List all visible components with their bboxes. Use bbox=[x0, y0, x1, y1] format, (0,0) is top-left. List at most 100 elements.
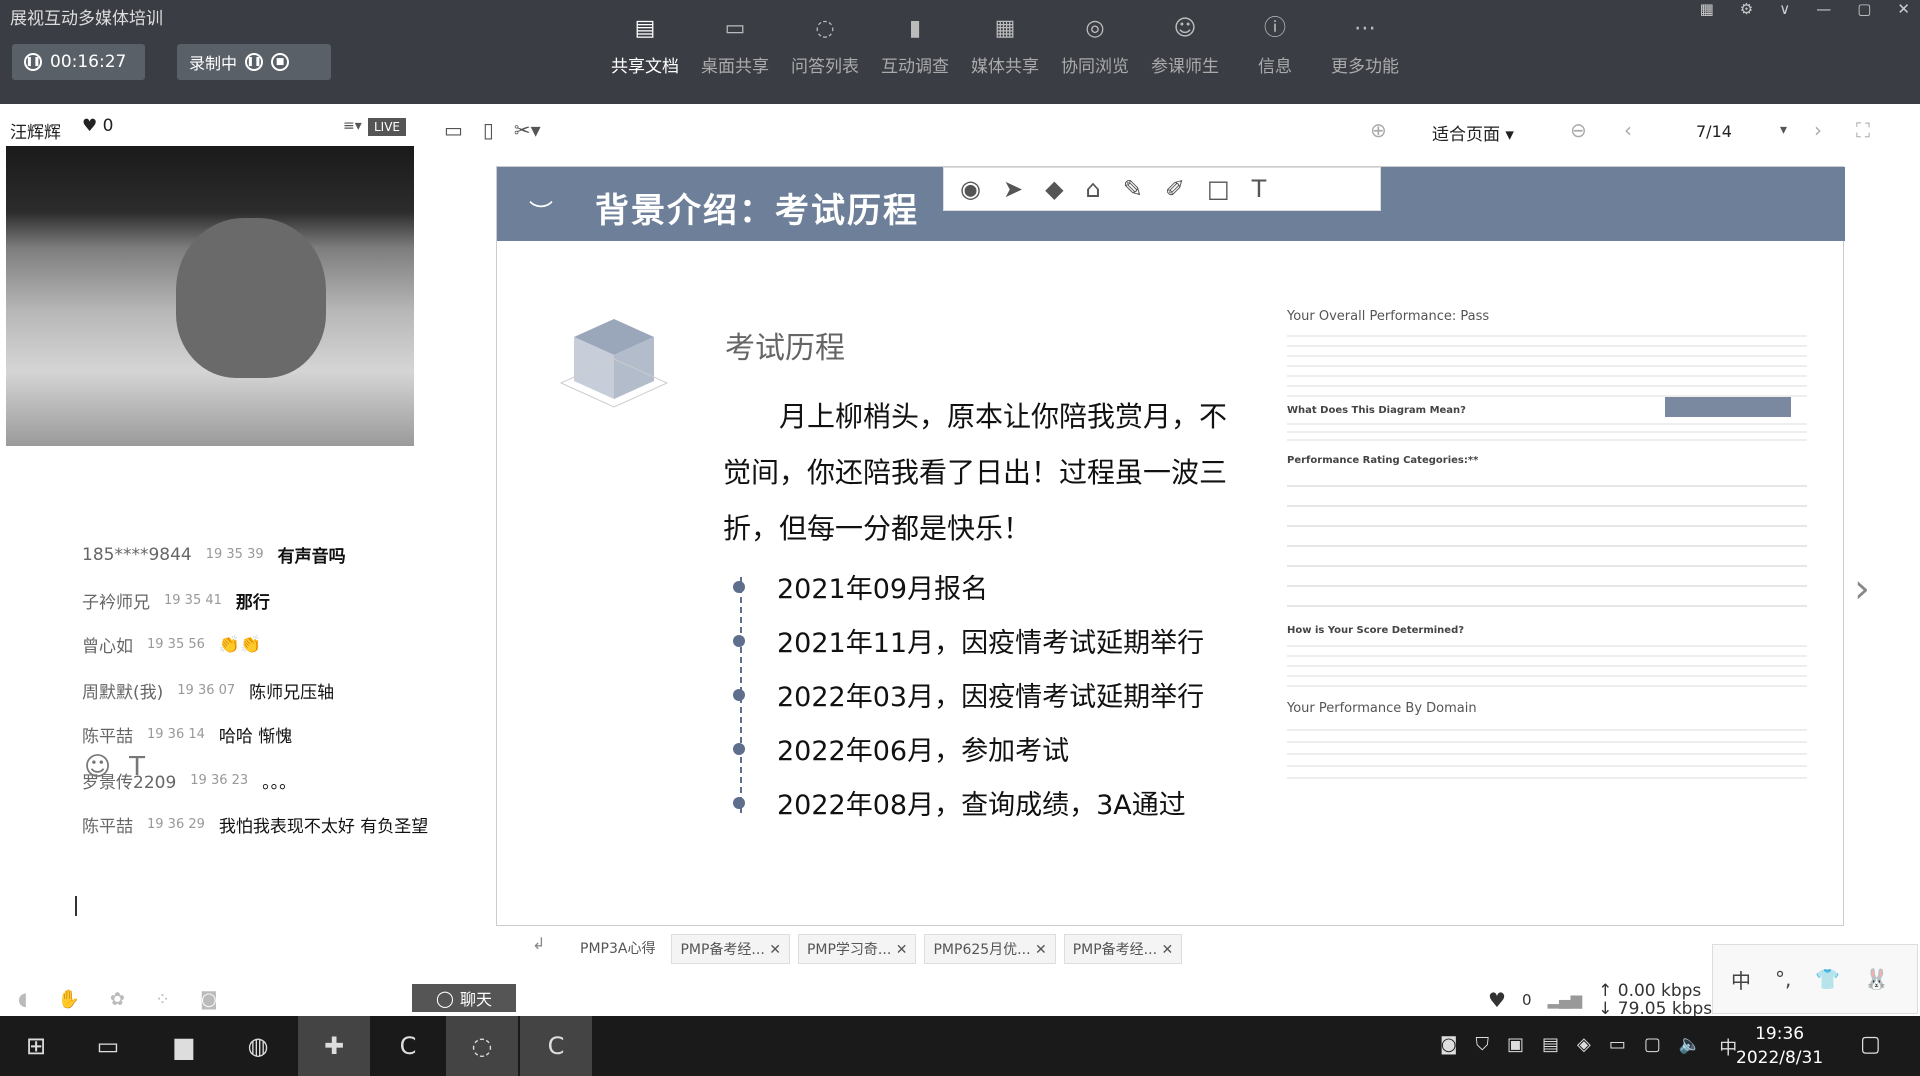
layout-icon[interactable]: ▦ bbox=[1700, 0, 1714, 18]
tray-sync-icon[interactable]: ▤ bbox=[1542, 1034, 1559, 1060]
doc-tab[interactable]: PMP备考经... ✕ bbox=[671, 934, 790, 964]
close-tab-icon[interactable]: ✕ bbox=[1035, 942, 1047, 958]
highlighter-icon[interactable]: ✐ bbox=[1165, 175, 1185, 203]
grid-icon[interactable]: ⁘ bbox=[155, 989, 170, 1010]
doc-tab-label: PMP625月优... bbox=[933, 942, 1031, 958]
system-tray: ◙ ⛉ ▣ ▤ ◈ ▭ ▢ 🔈 中 bbox=[1440, 1034, 1737, 1060]
heart-icon[interactable]: ♥ bbox=[1488, 988, 1506, 1012]
close-tab-icon[interactable]: ✕ bbox=[896, 942, 908, 958]
chat-button[interactable]: ◯ 聊天 bbox=[412, 984, 516, 1012]
task-view-icon[interactable]: ▭ bbox=[72, 1016, 144, 1076]
app-c2-icon[interactable]: C bbox=[520, 1016, 592, 1076]
doc-tab[interactable]: PMP学习奇... ✕ bbox=[797, 934, 917, 964]
app-icon[interactable]: ✚ bbox=[298, 1016, 370, 1076]
toolbar-media-share[interactable]: ▦ 媒体共享 bbox=[960, 14, 1050, 77]
toolbar-label: 媒体共享 bbox=[971, 57, 1039, 77]
eraser-icon[interactable]: ◆ bbox=[1045, 175, 1063, 203]
close-tab-icon[interactable]: ✕ bbox=[769, 942, 781, 958]
cube-icon bbox=[559, 319, 669, 408]
slide-poem: 月上柳梢头，原本让你陪我赏月，不觉间，你还陪我看了日出！过程虽一波三折，但每一分… bbox=[723, 400, 1228, 545]
chat-time: 19 36 07 bbox=[177, 683, 236, 698]
chat-input-tools: ☺ T bbox=[84, 752, 145, 782]
record-pause-icon[interactable]: ❚❚ bbox=[245, 53, 264, 71]
back-icon[interactable]: ↲ bbox=[532, 934, 545, 953]
toolbar-more[interactable]: ⋯ 更多功能 bbox=[1320, 14, 1410, 77]
prev-page-icon[interactable]: ‹ bbox=[1624, 118, 1632, 142]
presenter-likes[interactable]: ♥ 0 bbox=[82, 116, 113, 136]
app-c-icon[interactable]: C bbox=[372, 1016, 444, 1076]
chat-text: 陈师兄压轴 bbox=[249, 683, 335, 703]
chat-message: 陈平喆 19 36 29 我怕我表现不太好 有负圣望 bbox=[82, 812, 428, 837]
recording-status[interactable]: 录制中 ❚❚ ■ bbox=[177, 44, 331, 80]
timeline-item: 2022年03月，因疫情考试延期举行 bbox=[733, 675, 1204, 714]
zoom-out-icon[interactable]: ⊖ bbox=[1570, 118, 1587, 142]
toolbar-desktop-share[interactable]: ▭ 桌面共享 bbox=[690, 14, 780, 77]
folder-icon[interactable]: ▭ bbox=[444, 118, 463, 142]
doc-tab[interactable]: PMP3A心得 bbox=[572, 934, 663, 964]
pointer-icon[interactable]: ➤ bbox=[1003, 175, 1023, 203]
zoom-select[interactable]: 适合页面 ▾ bbox=[1432, 120, 1514, 145]
toolbar-label: 更多功能 bbox=[1331, 57, 1399, 77]
clock[interactable]: 19:36 2022/8/31 bbox=[1736, 1022, 1823, 1070]
file-icon[interactable]: ▯ bbox=[483, 118, 494, 142]
toolbar-co-browse[interactable]: ◎ 协同浏览 bbox=[1050, 14, 1140, 77]
hand-icon[interactable]: ✋ bbox=[57, 989, 79, 1010]
network-icon[interactable]: ▢ bbox=[1644, 1034, 1661, 1060]
doc-tab[interactable]: PMP625月优... ✕ bbox=[924, 934, 1056, 964]
shape-icon[interactable]: □ bbox=[1207, 175, 1230, 203]
score-report-image: Your Overall Performance: Pass What Does… bbox=[1287, 310, 1807, 851]
close-tab-icon[interactable]: ✕ bbox=[1162, 942, 1174, 958]
chevron-down-icon[interactable]: ∨ bbox=[1779, 0, 1790, 18]
notification-icon[interactable]: ▢ bbox=[1860, 1032, 1881, 1057]
minimize-icon[interactable]: — bbox=[1816, 0, 1831, 18]
skin-icon[interactable]: 👕 bbox=[1815, 967, 1840, 991]
pen-icon[interactable]: ✎ bbox=[1123, 175, 1143, 203]
timeline-item: 2021年09月报名 bbox=[733, 567, 988, 606]
laser-icon[interactable]: ◉ bbox=[960, 175, 981, 203]
app-loop-icon[interactable]: ◌ bbox=[446, 1016, 518, 1076]
emoji-icon[interactable]: ☺ bbox=[84, 752, 111, 782]
toolbar-survey[interactable]: ▮ 互动调查 bbox=[870, 14, 960, 77]
rabbit-icon[interactable]: 🐰 bbox=[1864, 967, 1889, 991]
chat-text: 有声音吗 bbox=[277, 547, 346, 567]
punctuation-icon[interactable]: °, bbox=[1775, 967, 1791, 991]
toolbar-share-document[interactable]: ▤ 共享文档 bbox=[600, 14, 690, 77]
shield-icon[interactable]: ⛉ bbox=[1475, 1034, 1489, 1060]
zoom-in-icon[interactable]: ⊕ bbox=[1370, 118, 1387, 142]
start-icon[interactable]: ⊞ bbox=[0, 1016, 72, 1076]
input-method-icon[interactable]: 中 bbox=[1719, 1034, 1737, 1060]
close-icon[interactable]: ✕ bbox=[1897, 0, 1910, 18]
mic-icon[interactable]: ◖ bbox=[18, 989, 27, 1010]
settings-icon[interactable]: ⚙ bbox=[1740, 0, 1753, 18]
list-icon[interactable]: ≡▾ bbox=[343, 118, 362, 134]
network-status: ♥ 0 ▂▄▆ ↑ 0.00 kbps ↓ 79.05 kbps bbox=[1488, 982, 1712, 1018]
toolbar-participants[interactable]: ☺ 参课师生 bbox=[1140, 14, 1230, 77]
volume-icon[interactable]: 🔈 bbox=[1679, 1034, 1701, 1060]
browser-icon[interactable]: ◍ bbox=[222, 1016, 294, 1076]
camera-icon[interactable]: ◙ bbox=[200, 989, 217, 1010]
timeline-text: 2022年06月，参加考试 bbox=[777, 736, 1070, 767]
chat-text: 哈哈 惭愧 bbox=[218, 727, 293, 747]
text-format-icon[interactable]: T bbox=[129, 752, 145, 782]
battery-icon[interactable]: ▭ bbox=[1609, 1034, 1626, 1060]
ime-language[interactable]: 中 bbox=[1731, 965, 1751, 994]
tray-app-icon[interactable]: ◙ bbox=[1440, 1034, 1457, 1060]
security-icon[interactable]: ◈ bbox=[1577, 1034, 1591, 1060]
tray-doc-icon[interactable]: ▣ bbox=[1507, 1034, 1524, 1060]
record-stop-icon[interactable]: ■ bbox=[271, 53, 290, 71]
fullscreen-icon[interactable]: ⛶ bbox=[1856, 118, 1870, 142]
file-explorer-icon[interactable]: ▆ bbox=[148, 1016, 220, 1076]
chat-input[interactable] bbox=[75, 896, 77, 916]
toolbar-qa-list[interactable]: ◌ 问答列表 bbox=[780, 14, 870, 77]
page-dropdown-icon[interactable]: ▾ bbox=[1780, 122, 1787, 138]
scissors-icon[interactable]: ✂▾ bbox=[514, 118, 541, 142]
toolbar-info[interactable]: ⓘ 信息 bbox=[1230, 14, 1320, 77]
report-filler bbox=[1287, 467, 1807, 617]
next-page-icon[interactable]: › bbox=[1814, 118, 1822, 142]
clear-icon[interactable]: ⌂ bbox=[1086, 175, 1101, 203]
next-slide-icon[interactable]: › bbox=[1854, 566, 1870, 612]
text-icon[interactable]: T bbox=[1252, 175, 1267, 203]
doc-tab[interactable]: PMP备考经... ✕ bbox=[1063, 934, 1183, 964]
gift-icon[interactable]: ✿ bbox=[110, 989, 125, 1010]
maximize-icon[interactable]: ▢ bbox=[1857, 0, 1871, 18]
